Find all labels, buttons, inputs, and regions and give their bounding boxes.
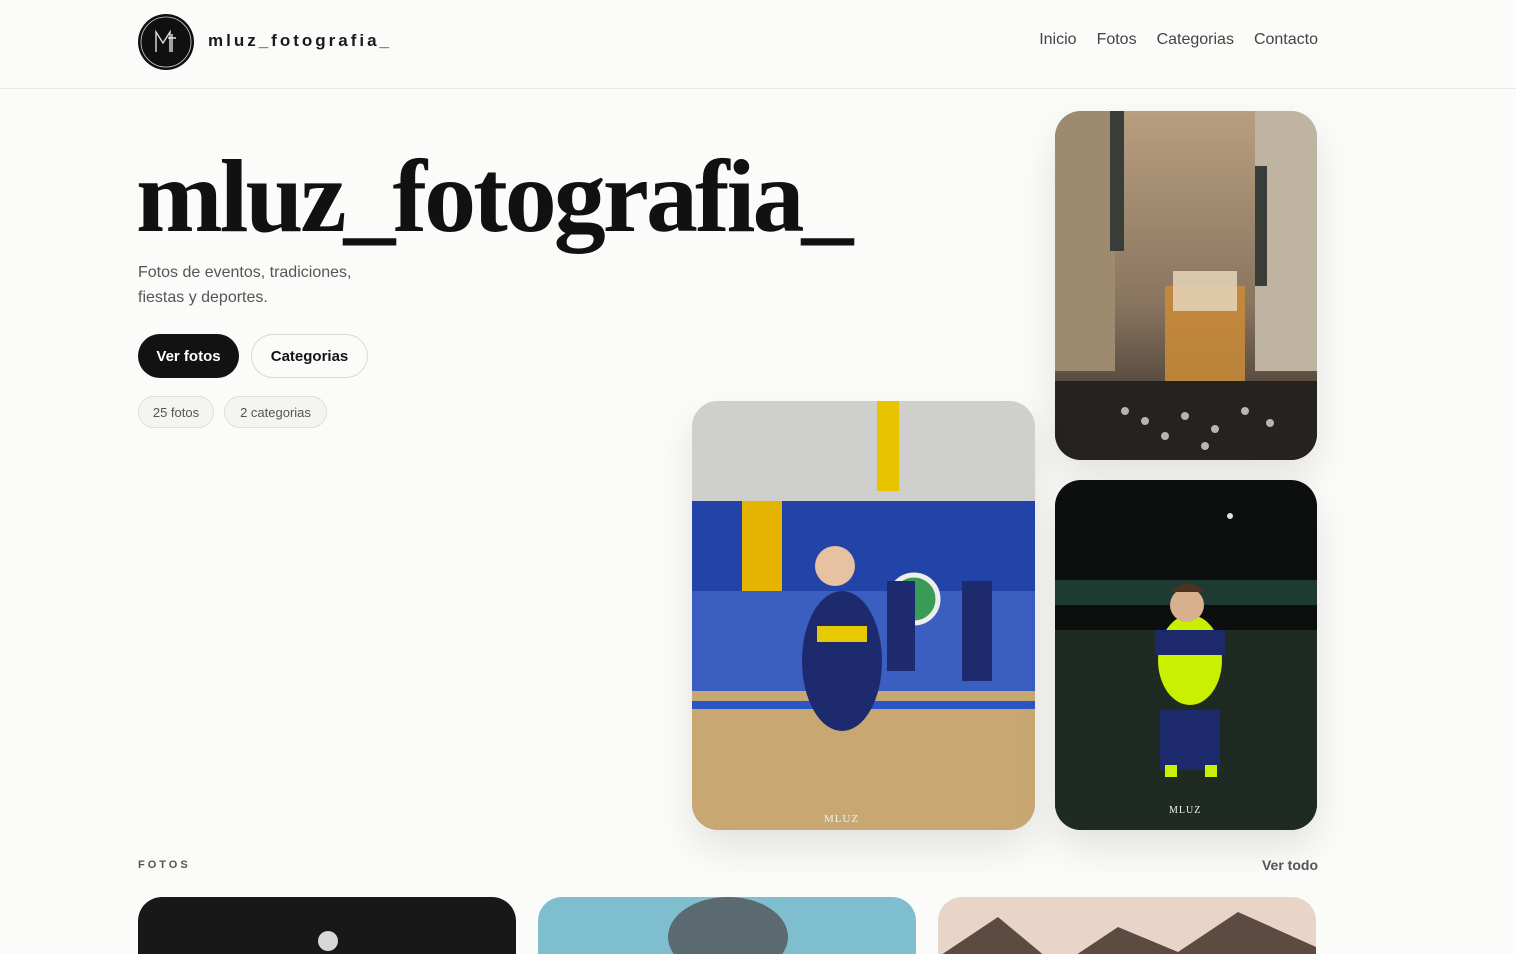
- grid-photo-3[interactable]: [938, 897, 1316, 954]
- nav-contacto[interactable]: Contacto: [1254, 31, 1318, 49]
- watermark-text: MLUZ: [1169, 805, 1202, 816]
- grid-photo-3-image: [938, 897, 1316, 954]
- grid-photo-1-image: [138, 897, 516, 954]
- photo-football[interactable]: MLUZ: [1055, 480, 1317, 830]
- photo-count-badge: 25 fotos: [138, 396, 214, 428]
- category-count-badge: 2 categorias: [224, 396, 327, 428]
- volleyball-image: [692, 401, 1035, 830]
- photos-section-label: FOTOS: [138, 859, 191, 871]
- watermark-text: MLUZ: [824, 813, 860, 825]
- categories-button[interactable]: Categorias: [251, 334, 368, 378]
- view-photos-button[interactable]: Ver fotos: [138, 334, 239, 378]
- grid-photo-2-image: [538, 897, 916, 954]
- hero-subtitle: Fotos de eventos, tradiciones, fiestas y…: [138, 264, 352, 306]
- football-image: [1055, 480, 1317, 830]
- camera-monogram-icon: [140, 16, 192, 68]
- nav-inicio[interactable]: Inicio: [1039, 31, 1076, 49]
- hero-title: mluz_fotografia_: [136, 139, 853, 254]
- top-navigation-bar: mluz_fotografia_ Inicio Fotos Categorias…: [0, 0, 1516, 89]
- brand-name[interactable]: mluz_fotografia_: [208, 31, 392, 51]
- view-all-link[interactable]: Ver todo: [1262, 857, 1318, 873]
- photo-procession[interactable]: [1055, 111, 1317, 460]
- main-navigation: Inicio Fotos Categorias Contacto: [1039, 31, 1318, 49]
- nav-categorias[interactable]: Categorias: [1157, 31, 1234, 49]
- grid-photo-1[interactable]: [138, 897, 516, 954]
- photo-volleyball[interactable]: MLUZ: [692, 401, 1035, 830]
- brand-logo[interactable]: [138, 14, 194, 70]
- grid-photo-2[interactable]: [538, 897, 916, 954]
- procession-image: [1055, 111, 1317, 460]
- nav-fotos[interactable]: Fotos: [1097, 31, 1137, 49]
